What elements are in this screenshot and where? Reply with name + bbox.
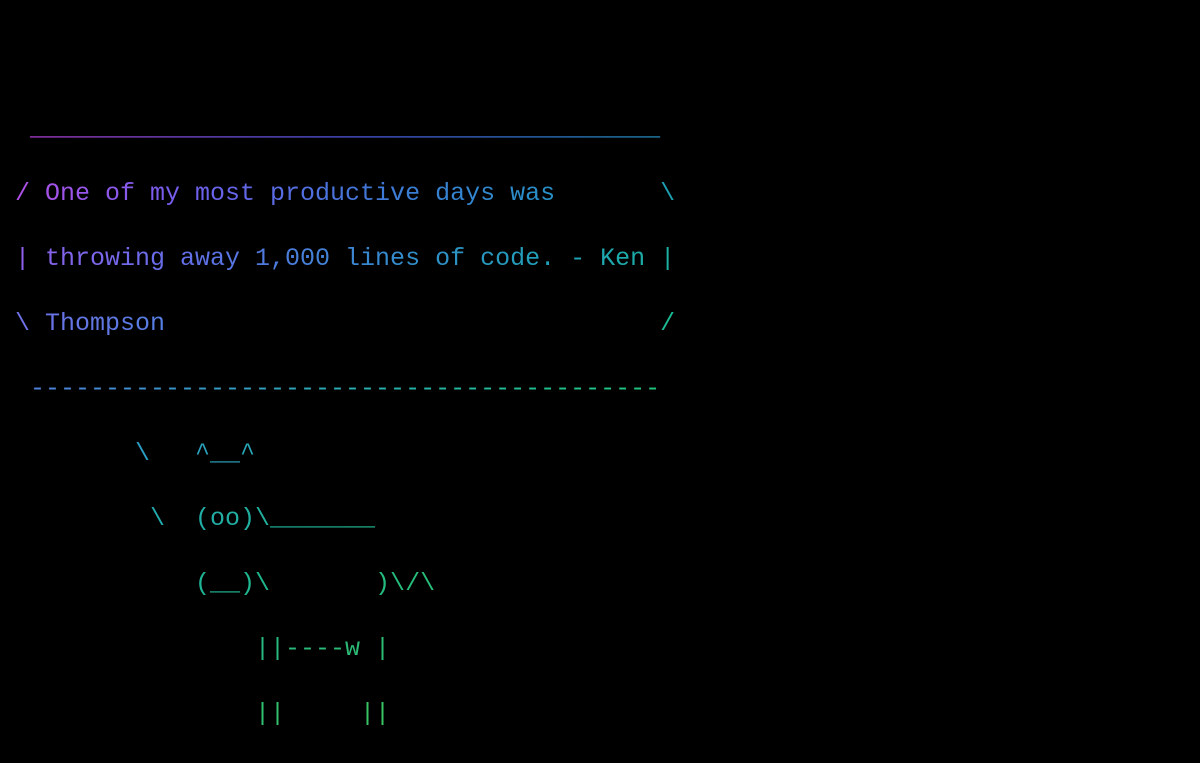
cow-art-line-1: \ ^__^ (15, 438, 1200, 471)
bubble-top-border: ________________________________________… (15, 113, 1200, 146)
cow-art-line-3: (__)\ )\/\ (15, 568, 1200, 601)
terminal-output: ________________________________________… (0, 0, 1200, 763)
quote-line-3: \ Thompson / (15, 308, 1200, 341)
bubble-bottom-border: ----------------------------------------… (15, 373, 1200, 406)
quote-line-1: / One of my most productive days was \ (15, 178, 1200, 211)
cow-art-line-5: || || (15, 698, 1200, 731)
cow-art-line-2: \ (oo)\_______ (15, 503, 1200, 536)
quote-line-2: | throwing away 1,000 lines of code. - K… (15, 243, 1200, 276)
cow-art-line-4: ||----w | (15, 633, 1200, 666)
